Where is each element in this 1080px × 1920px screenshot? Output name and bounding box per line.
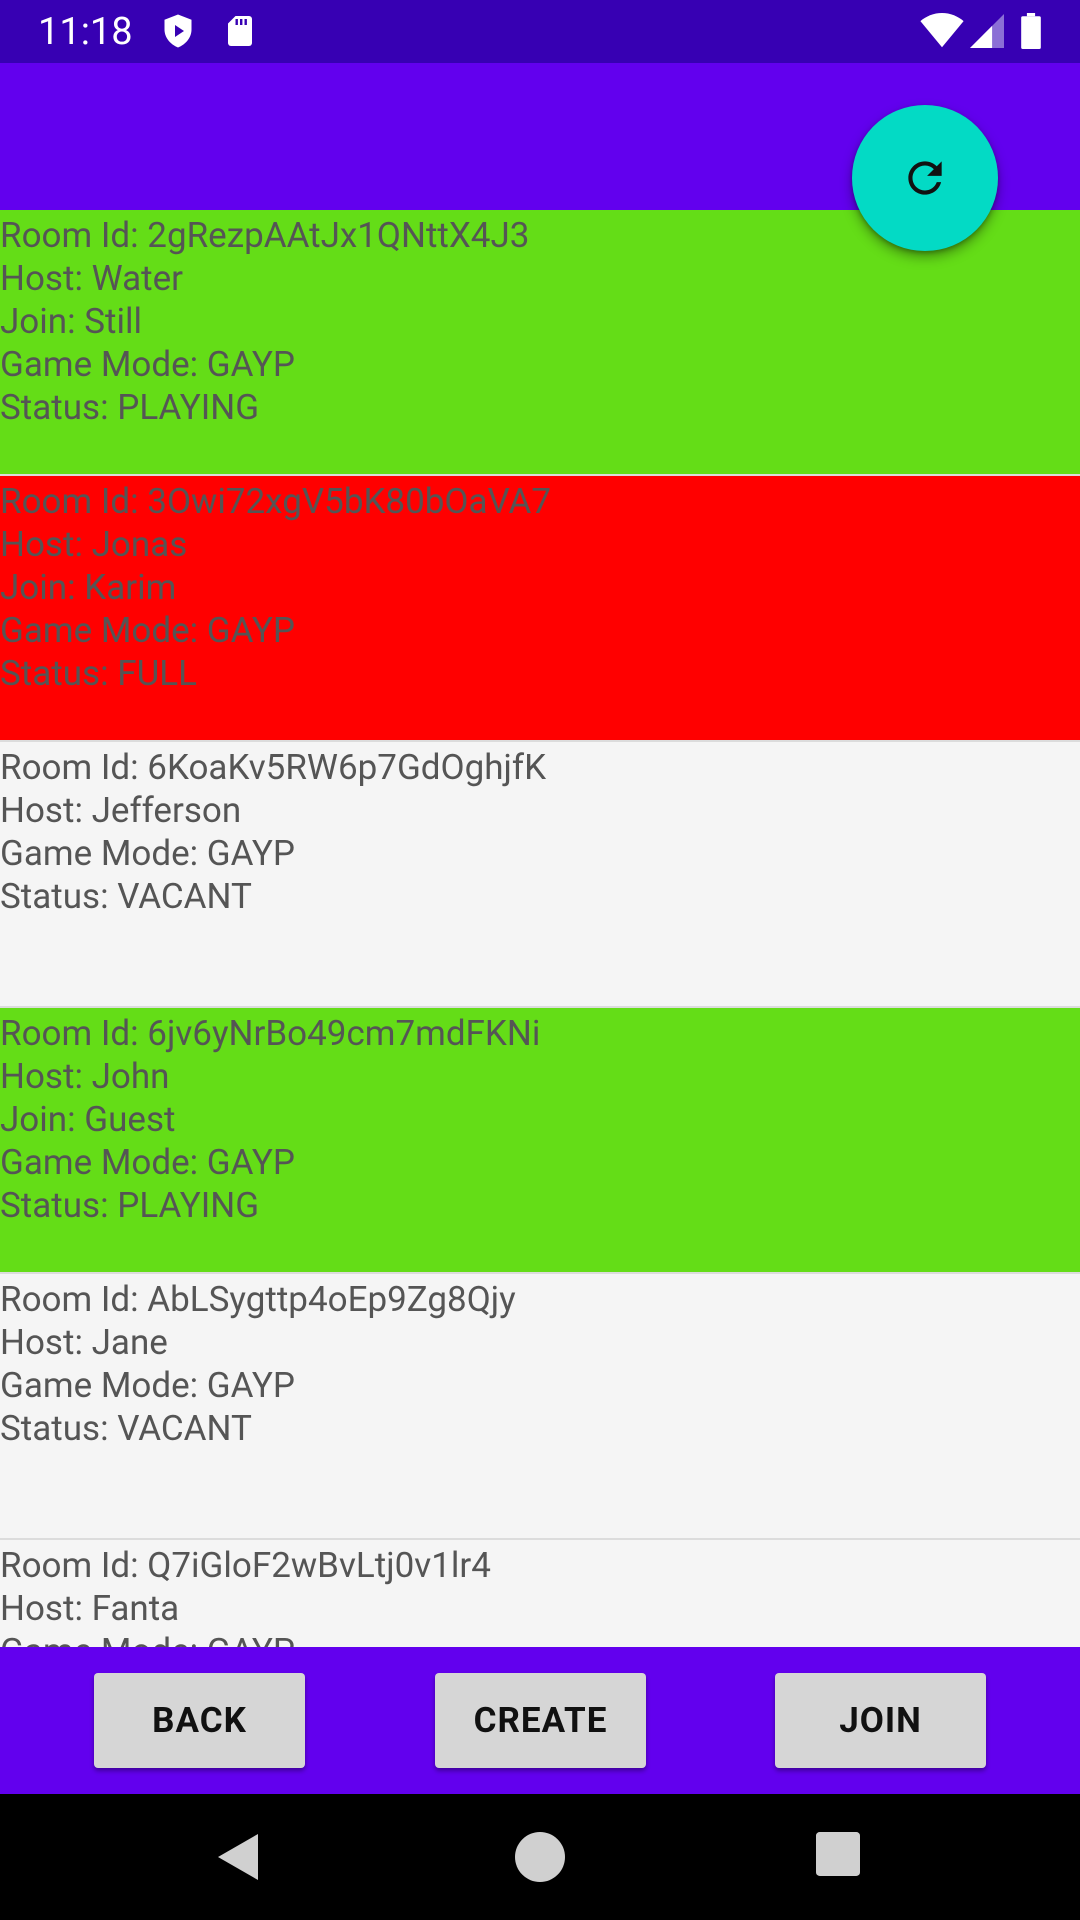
room-detail-line: Host: Water — [0, 258, 183, 299]
room-detail-line: Status: FULL — [0, 653, 197, 694]
create-button[interactable]: CREATE — [435, 1673, 646, 1768]
room-detail-line: Room Id: 3Owi72xgV5bK80bOaVA7 — [0, 481, 552, 522]
refresh-icon — [908, 161, 942, 195]
room-detail-line: Join: Guest — [0, 1099, 176, 1140]
room-detail-line: Host: Fanta — [0, 1588, 180, 1629]
room-list-item[interactable]: Room Id: 3Owi72xgV5bK80bOaVA7 Host: Jonas… — [0, 476, 1080, 742]
room-detail-line: Join: Still — [0, 301, 143, 342]
room-detail-line: Host: Jefferson — [0, 790, 242, 831]
status-time: 11:18 — [38, 10, 133, 54]
system-nav-bar — [0, 1794, 1080, 1920]
room-detail-line: Game Mode: GAYP — [0, 1630, 1080, 1647]
join-button[interactable]: JOIN — [775, 1673, 986, 1768]
room-detail-line: Host: Jane — [0, 1322, 168, 1363]
room-detail-line: Status: PLAYING — [0, 387, 260, 428]
room-detail-line: Room Id: 6jv6yNrBo49cm7mdFKNi — [0, 1013, 541, 1054]
wifi-icon — [920, 13, 964, 48]
room-detail-line: Status: PLAYING — [0, 1185, 260, 1226]
home-nav-icon[interactable] — [515, 1832, 565, 1882]
signal-icon — [970, 14, 1004, 48]
room-detail-line: Host: John — [0, 1056, 170, 1097]
room-detail-line: Game Mode: GAYP — [0, 833, 295, 874]
bottom-action-bar: BACK CREATE JOIN — [0, 1647, 1080, 1794]
room-detail-line: Game Mode: GAYP — [0, 344, 295, 385]
recents-nav-icon[interactable] — [816, 1832, 860, 1876]
play-protect-icon — [164, 14, 192, 48]
refresh-button[interactable] — [852, 105, 998, 251]
room-detail-line: Room Id: Q7iGloF2wBvLtj0v1lr4 — [0, 1545, 491, 1586]
room-detail-line: Room Id: 6KoaKv5RW6p7GdOghjfK — [0, 747, 547, 788]
room-detail-line: Status: VACANT — [0, 876, 252, 917]
room-list-item[interactable]: Room Id: 6jv6yNrBo49cm7mdFKNi Host: John J… — [0, 1008, 1080, 1274]
room-list-item[interactable]: Room Id: Q7iGloF2wBvLtj0v1lr4 Host: Fanta… — [0, 1540, 1080, 1647]
room-detail-line: Join: Karim — [0, 567, 177, 608]
sd-card-icon — [228, 16, 252, 46]
room-detail-line: Game Mode: GAYP — [0, 1365, 295, 1406]
room-detail-line: Status: VACANT — [0, 1408, 252, 1449]
room-list-item[interactable]: Room Id: 6KoaKv5RW6p7GdOghjfK Host: Jeffe… — [0, 742, 1080, 1008]
battery-icon — [1021, 13, 1041, 49]
back-nav-icon[interactable] — [214, 1832, 262, 1882]
room-list-item[interactable]: Room Id: AbLSygttp4oEp9Zg8Qjy Host: Jane G… — [0, 1274, 1080, 1540]
back-button[interactable]: BACK — [94, 1673, 305, 1768]
room-detail-line: Game Mode: GAYP — [0, 1142, 295, 1183]
room-detail-line: Game Mode: GAYP — [0, 610, 295, 651]
room-detail-line: Room Id: AbLSygttp4oEp9Zg8Qjy — [0, 1279, 516, 1320]
status-bar: 11:18 — [0, 0, 1080, 63]
room-browser-screen: 11:18 Room Id: 2gRezpAAtJx1QNttX4J3 Host:… — [0, 0, 1080, 1920]
room-list[interactable]: Room Id: 2gRezpAAtJx1QNttX4J3 Host: Water… — [0, 210, 1080, 1647]
room-detail-line: Host: Jonas — [0, 524, 188, 565]
